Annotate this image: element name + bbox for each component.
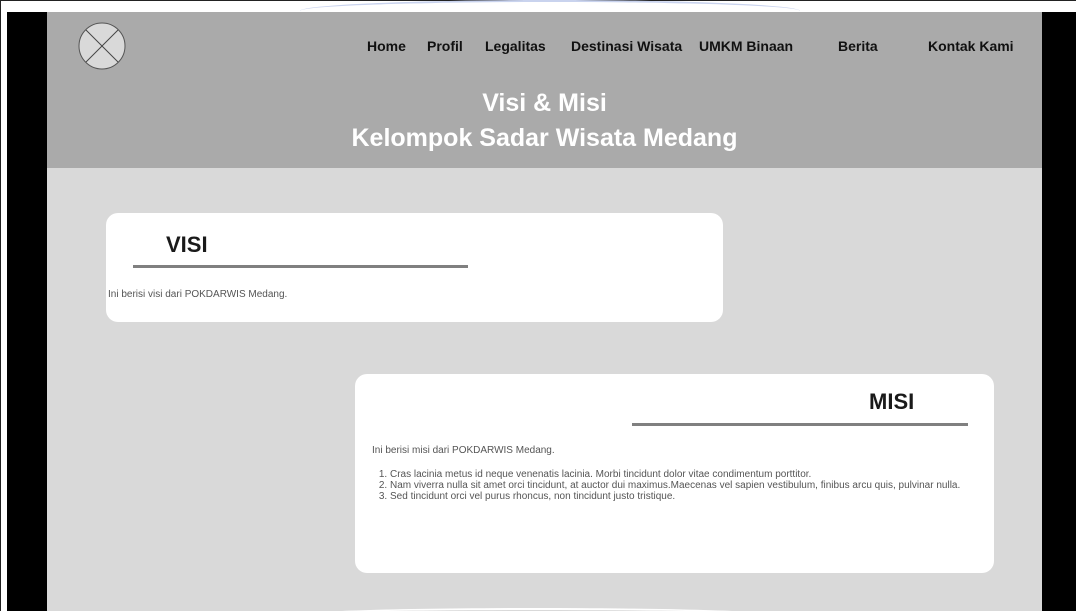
misi-title: MISI (869, 389, 915, 414)
nav-berita[interactable]: Berita (838, 38, 878, 54)
misi-card: MISI Ini berisi misi dari POKDARWIS Meda… (355, 374, 994, 573)
hero-title-line2: Kelompok Sadar Wisata Medang (351, 124, 738, 152)
right-black-bar (1042, 12, 1076, 611)
misi-intro: Ini berisi misi dari POKDARWIS Medang. (372, 445, 555, 456)
nav-umkm-binaan[interactable]: UMKM Binaan (699, 38, 793, 54)
nav-kontak-kami[interactable]: Kontak Kami (928, 38, 1014, 54)
logo-placeholder-icon[interactable] (78, 22, 126, 70)
visi-underline (133, 265, 468, 268)
misi-list-item: Cras lacinia metus id neque venenatis la… (390, 469, 1000, 480)
visi-text: Ini berisi visi dari POKDARWIS Medang. (108, 289, 288, 300)
hero-title-line1: Visi & Misi (482, 89, 607, 117)
frame-left-border (0, 0, 1, 611)
nav-destinasi-wisata[interactable]: Destinasi Wisata (571, 38, 682, 54)
misi-list-item: Sed tincidunt orci vel purus rhoncus, no… (390, 491, 1000, 502)
misi-list: Cras lacinia metus id neque venenatis la… (374, 469, 1000, 502)
nav-profil[interactable]: Profil (427, 38, 463, 54)
misi-list-item: Nam viverra nulla sit amet orci tincidun… (390, 480, 1000, 491)
visi-title: VISI (166, 232, 208, 257)
nav-home[interactable]: Home (367, 38, 406, 54)
visi-card: VISI Ini berisi visi dari POKDARWIS Meda… (106, 213, 723, 322)
page: Home Profil Legalitas Destinasi Wisata U… (47, 12, 1042, 611)
site-header: Home Profil Legalitas Destinasi Wisata U… (47, 12, 1042, 168)
nav-legalitas[interactable]: Legalitas (485, 38, 546, 54)
misi-underline (632, 423, 968, 426)
left-black-bar (7, 12, 47, 611)
